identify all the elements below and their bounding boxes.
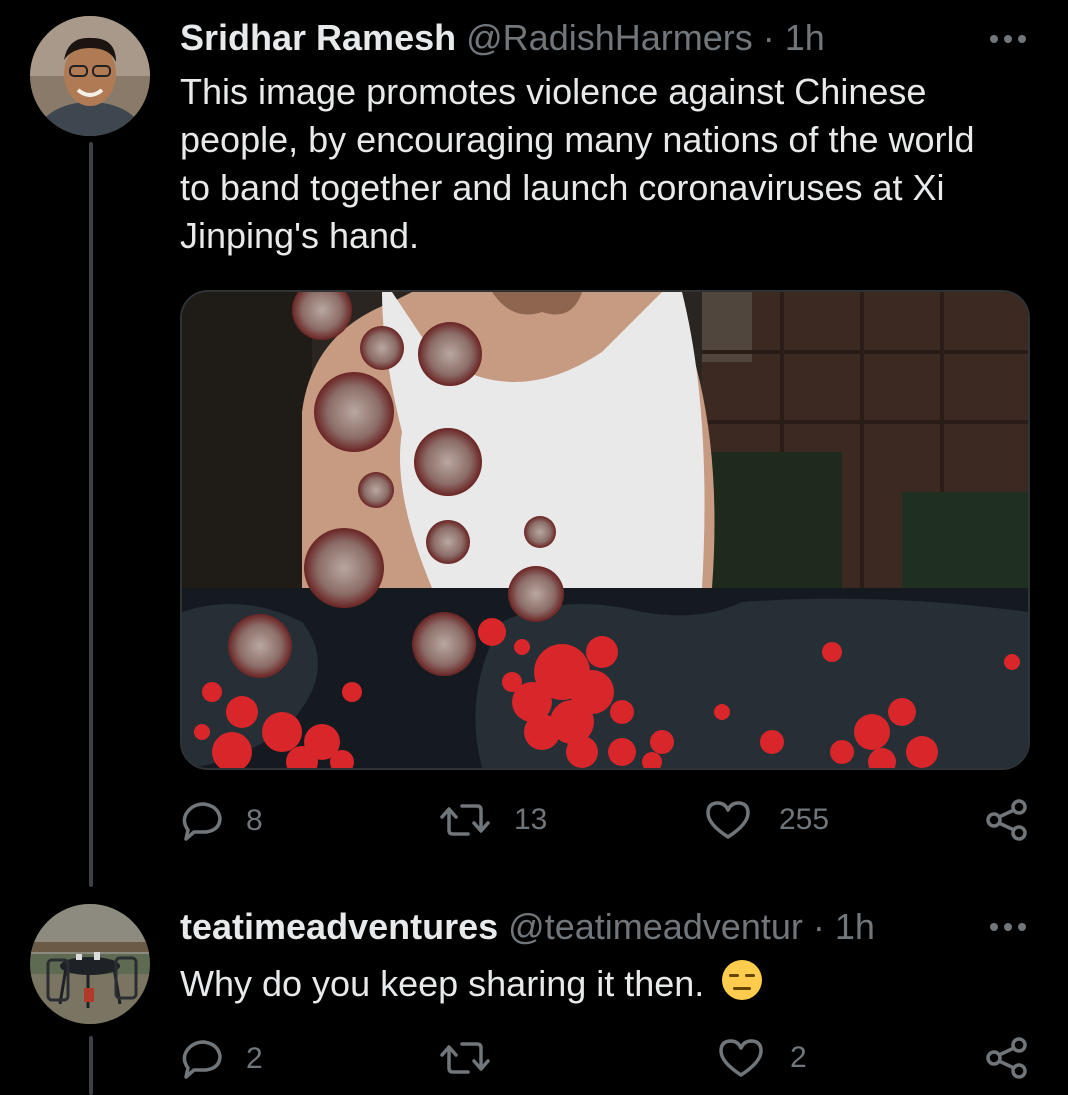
- reply-icon: [182, 1040, 222, 1079]
- retweet-button[interactable]: 13: [438, 800, 547, 840]
- share-icon: [986, 1037, 1027, 1079]
- author-handle[interactable]: @teatimeadventur: [508, 906, 803, 947]
- like-button[interactable]: 2: [718, 1038, 807, 1078]
- reply-button[interactable]: 8: [180, 800, 263, 842]
- tweet-text-line: people, by encouraging many nations of t…: [180, 119, 975, 160]
- author-name[interactable]: Sridhar Ramesh: [180, 17, 456, 58]
- reply-icon: [182, 802, 222, 841]
- like-count: 255: [779, 803, 830, 836]
- like-count: 2: [790, 1041, 807, 1074]
- tweet-text-line: Why do you keep sharing it then.: [180, 963, 705, 1004]
- heart-icon: [719, 1039, 763, 1077]
- retweet-icon: [440, 1042, 490, 1074]
- more-dots-icon: [990, 923, 1026, 931]
- author-handle[interactable]: @RadishHarmers: [466, 17, 753, 58]
- tweet-text-line: to band together and launch coronaviruse…: [180, 167, 945, 208]
- separator: ·: [762, 17, 775, 58]
- reply-button[interactable]: 2: [180, 1038, 263, 1080]
- tweet-media-image[interactable]: [180, 290, 1030, 770]
- reply-count: 8: [246, 804, 263, 837]
- retweet-button[interactable]: [438, 1038, 514, 1078]
- tweet-header: teatimeadventures @teatimeadventur · 1h: [180, 905, 875, 949]
- tweet-text: This image promotes violence against Chi…: [180, 68, 1040, 260]
- avatar[interactable]: [30, 904, 150, 1024]
- more-dots-icon: [990, 35, 1026, 43]
- tweet-text-line: Jinping's hand.: [180, 215, 420, 256]
- retweet-count: 13: [514, 803, 548, 836]
- share-button[interactable]: [985, 798, 1029, 842]
- separator: ·: [812, 906, 825, 947]
- author-name[interactable]: teatimeadventures: [180, 906, 498, 947]
- share-button[interactable]: [985, 1036, 1029, 1080]
- timestamp[interactable]: 1h: [835, 906, 875, 947]
- expressionless-face-icon: [720, 958, 764, 1014]
- meme-image: [182, 292, 1028, 768]
- like-button[interactable]: 255: [705, 800, 829, 840]
- thread-line: [89, 142, 93, 887]
- retweet-icon: [440, 804, 490, 836]
- thread-line: [89, 1036, 93, 1095]
- tweet-text: Why do you keep sharing it then.: [180, 958, 1040, 1014]
- share-icon: [986, 799, 1027, 841]
- more-options-button[interactable]: [983, 912, 1033, 942]
- more-options-button[interactable]: [983, 24, 1033, 54]
- tweet-header: Sridhar Ramesh @RadishHarmers · 1h: [180, 16, 825, 60]
- timestamp[interactable]: 1h: [785, 17, 825, 58]
- heart-icon: [706, 801, 750, 839]
- reply-count: 2: [246, 1042, 263, 1075]
- tweet-text-line: This image promotes violence against Chi…: [180, 71, 927, 112]
- avatar[interactable]: [30, 16, 150, 136]
